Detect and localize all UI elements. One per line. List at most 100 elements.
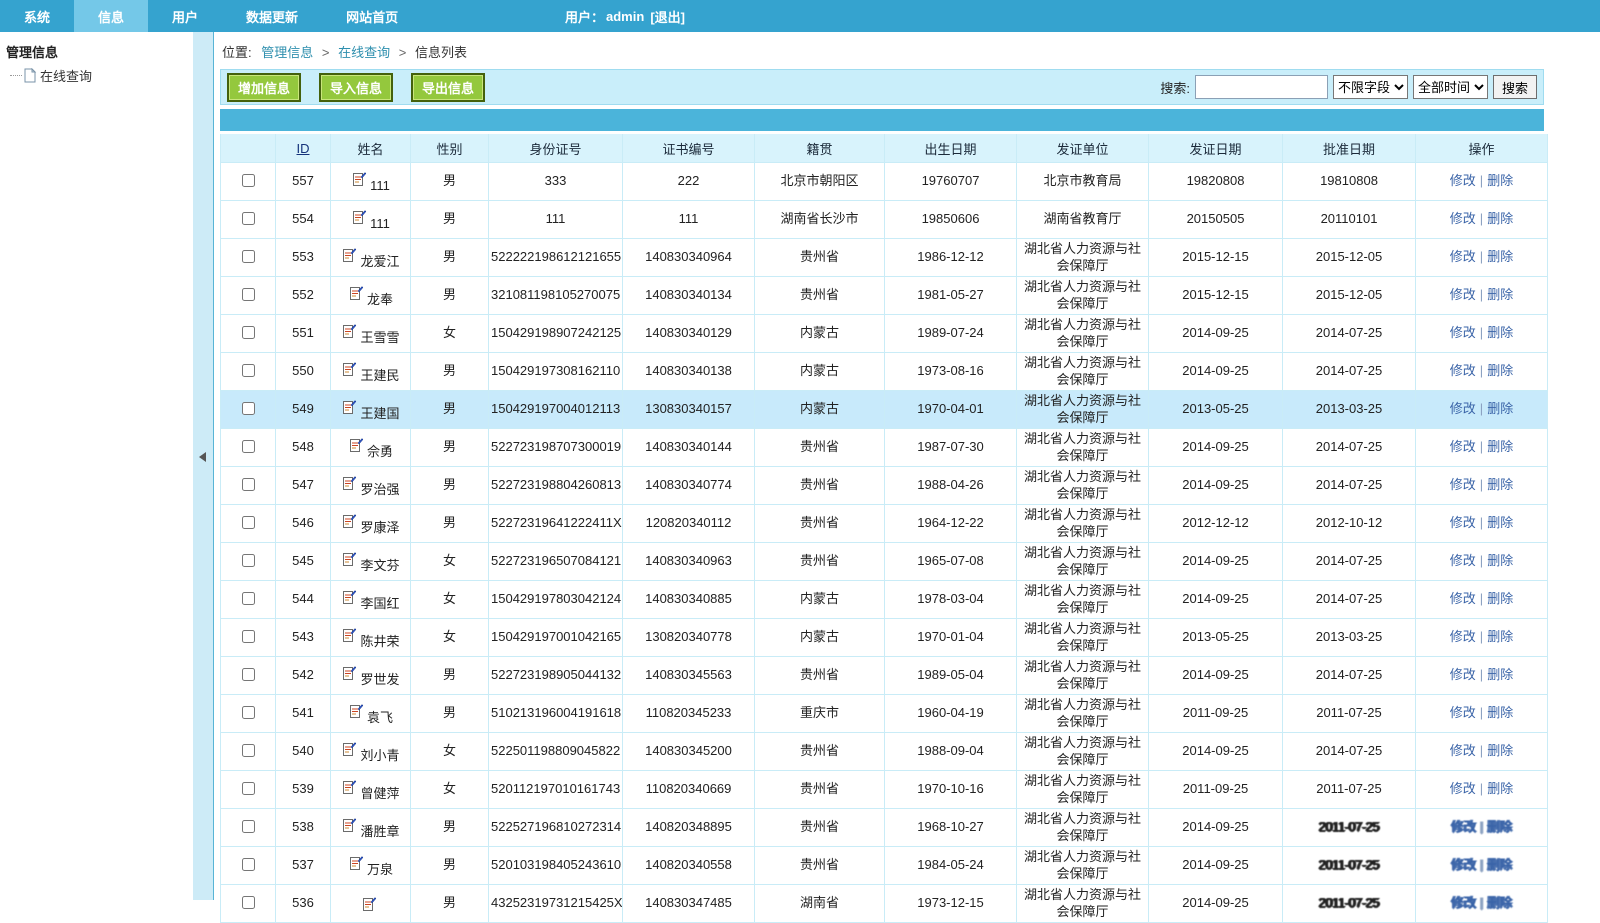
row-checkbox[interactable] [242,174,255,187]
delete-link[interactable]: 删除 [1487,439,1513,454]
delete-link[interactable]: 删除 [1487,591,1513,606]
edit-link[interactable]: 修改 [1450,553,1476,568]
delete-link[interactable]: 删除 [1487,743,1513,758]
nav-tab[interactable]: 用户 [148,0,222,32]
edit-link[interactable]: 修改 [1450,705,1476,720]
row-checkbox[interactable] [242,630,255,643]
row-checkbox[interactable] [242,744,255,757]
edit-link[interactable]: 修改 [1450,325,1476,340]
edit-link[interactable]: 修改 [1450,287,1476,302]
delete-link[interactable]: 删除 [1487,325,1513,340]
search-button[interactable]: 搜索 [1493,75,1537,99]
edit-link[interactable]: 修改 [1450,211,1476,226]
edit-link[interactable]: 修改 [1450,173,1476,188]
edit-doc-icon [341,551,357,568]
nav-tab[interactable]: 信息 [74,0,148,32]
row-ops-cell: 修改|删除 [1416,771,1548,809]
row-checkbox[interactable] [242,250,255,263]
row-issuer-cell: 北京市教育局 [1017,163,1149,201]
row-origin-cell: 贵州省 [755,467,885,505]
delete-link[interactable]: 删除 [1487,249,1513,264]
row-id-card-cell: 43252319731215425X [489,885,623,923]
row-origin-cell: 贵州省 [755,429,885,467]
delete-link[interactable]: 删除 [1487,515,1513,530]
table-row: 557 111 [221,163,1548,201]
table-row: 548 佘勇 [221,429,1548,467]
field-filter-select[interactable]: 不限字段 [1333,75,1408,99]
breadcrumb-link-manage-info[interactable]: 管理信息 [261,45,313,60]
row-checkbox[interactable] [242,326,255,339]
row-cert-no-cell: 120820340112 [623,505,755,543]
import-info-button[interactable]: 导入信息 [319,73,393,102]
row-ops-cell: 修改|删除 [1416,429,1548,467]
row-checkbox[interactable] [242,668,255,681]
export-info-button[interactable]: 导出信息 [411,73,485,102]
row-checkbox[interactable] [242,858,255,871]
edit-link[interactable]: 修改 [1450,477,1476,492]
sidebar-splitter[interactable] [193,32,214,900]
row-origin-cell: 内蒙古 [755,391,885,429]
col-header-approve-date: 批准日期 [1283,134,1416,163]
nav-tab[interactable]: 系统 [0,0,74,32]
logout-link[interactable]: [退出] [650,7,685,26]
ops-separator: | [1480,629,1483,644]
edit-link[interactable]: 修改 [1451,857,1476,872]
delete-link[interactable]: 删除 [1487,629,1513,644]
row-name-cell: 龙奉 [331,277,411,315]
row-checkbox[interactable] [242,478,255,491]
delete-link[interactable]: 删除 [1487,401,1513,416]
delete-link[interactable]: 删除 [1487,477,1513,492]
add-info-button[interactable]: 增加信息 [227,73,301,102]
search-input[interactable] [1195,75,1328,99]
delete-link[interactable]: 删除 [1487,667,1513,682]
row-id-cell: 538 [276,809,331,847]
edit-link[interactable]: 修改 [1450,743,1476,758]
row-checkbox[interactable] [242,782,255,795]
edit-link[interactable]: 修改 [1450,629,1476,644]
row-checkbox[interactable] [242,364,255,377]
time-filter-select[interactable]: 全部时间 [1413,75,1488,99]
delete-link[interactable]: 删除 [1487,363,1513,378]
nav-tab[interactable]: 网站首页 [322,0,422,32]
edit-link[interactable]: 修改 [1450,249,1476,264]
row-origin-cell: 湖南省 [755,885,885,923]
row-checkbox[interactable] [242,516,255,529]
row-ops-cell: 修改|删除 [1416,847,1548,885]
delete-link[interactable]: 删除 [1487,857,1512,872]
delete-link[interactable]: 删除 [1487,173,1513,188]
row-checkbox[interactable] [242,592,255,605]
edit-link[interactable]: 修改 [1451,819,1476,834]
edit-link[interactable]: 修改 [1450,781,1476,796]
row-checkbox[interactable] [242,402,255,415]
delete-link[interactable]: 删除 [1487,819,1512,834]
delete-link[interactable]: 删除 [1487,895,1512,910]
sidebar-item-online-query[interactable]: 在线查询 [0,63,193,85]
delete-link[interactable]: 删除 [1487,287,1513,302]
delete-link[interactable]: 删除 [1487,781,1513,796]
edit-link[interactable]: 修改 [1450,439,1476,454]
delete-link[interactable]: 删除 [1487,705,1513,720]
row-checkbox[interactable] [242,706,255,719]
delete-link[interactable]: 删除 [1487,211,1513,226]
sort-by-id-link[interactable]: ID [297,141,310,156]
row-checkbox[interactable] [242,820,255,833]
delete-link[interactable]: 删除 [1487,553,1513,568]
person-name: 王雪雪 [360,330,399,347]
table-row: 542 罗世发 [221,657,1548,695]
breadcrumb-link-online-query[interactable]: 在线查询 [338,45,390,60]
row-checkbox[interactable] [242,896,255,909]
edit-link[interactable]: 修改 [1450,401,1476,416]
edit-link[interactable]: 修改 [1450,363,1476,378]
edit-link[interactable]: 修改 [1450,515,1476,530]
row-checkbox[interactable] [242,288,255,301]
row-checkbox[interactable] [242,440,255,453]
edit-link[interactable]: 修改 [1450,591,1476,606]
row-checkbox[interactable] [242,554,255,567]
row-name-cell: 潘胜章 [331,809,411,847]
row-origin-cell: 贵州省 [755,277,885,315]
edit-link[interactable]: 修改 [1451,895,1476,910]
edit-link[interactable]: 修改 [1450,667,1476,682]
collapse-sidebar-icon[interactable] [199,452,206,462]
nav-tab[interactable]: 数据更新 [222,0,322,32]
row-checkbox[interactable] [242,212,255,225]
